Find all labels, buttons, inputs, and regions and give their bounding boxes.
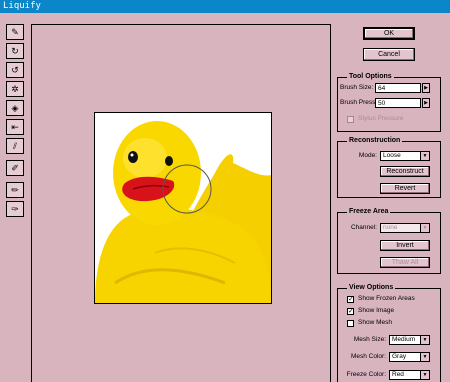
- twirl-clockwise-tool-icon[interactable]: ↻: [6, 43, 24, 59]
- warp-tool-icon[interactable]: ✎: [6, 24, 24, 40]
- image-canvas[interactable]: [94, 112, 272, 304]
- freeze-color-dropdown-icon: ▼: [420, 371, 429, 379]
- invert-button[interactable]: Invert: [380, 240, 430, 251]
- channel-label: Channel:: [350, 224, 377, 231]
- ok-button[interactable]: OK: [363, 27, 415, 40]
- pucker-tool-icon[interactable]: ✲: [6, 81, 24, 97]
- brush-pressure-arrow-icon[interactable]: ▶: [422, 98, 430, 108]
- mesh-color-value: Gray: [392, 353, 407, 360]
- mesh-size-select[interactable]: Medium ▼: [389, 335, 430, 345]
- show-image-label: Show Image: [358, 307, 395, 314]
- mode-dropdown-icon: ▼: [420, 152, 429, 160]
- bloat-tool-icon[interactable]: ◈: [6, 100, 24, 116]
- mode-label: Mode:: [358, 152, 377, 159]
- tool-options-title: Tool Options: [347, 72, 394, 81]
- thaw-tool-icon[interactable]: ✑: [6, 201, 24, 217]
- mesh-size-label: Mesh Size:: [353, 336, 386, 343]
- mode-select[interactable]: Loose ▼: [380, 151, 430, 161]
- brush-size-label: Brush Size:: [340, 84, 374, 91]
- channel-dropdown-icon: ▼: [420, 224, 429, 232]
- brush-size-input[interactable]: 64: [375, 83, 421, 93]
- view-options-title: View Options: [347, 283, 396, 292]
- mesh-color-dropdown-icon: ▼: [420, 353, 429, 361]
- show-frozen-areas-checkbox[interactable]: ✓: [347, 296, 354, 303]
- channel-value: none: [383, 224, 398, 231]
- freeze-area-title: Freeze Area: [347, 207, 391, 216]
- twirl-counterclockwise-tool-icon[interactable]: ↺: [6, 62, 24, 78]
- stylus-pressure-label: Stylus Pressure: [358, 115, 404, 122]
- brush-pressure-input[interactable]: 50: [375, 98, 421, 108]
- revert-button[interactable]: Revert: [380, 183, 430, 194]
- tools-palette: ✎ ↻ ↺ ✲ ◈ ⇤ ⫽ ✐ ✏ ✑: [6, 24, 24, 220]
- brush-pressure-label: Brush Pressure:: [340, 99, 387, 106]
- window-title: Liquify: [0, 0, 450, 13]
- reconstruct-tool-icon[interactable]: ✐: [6, 160, 24, 176]
- brush-size-arrow-icon[interactable]: ▶: [422, 83, 430, 93]
- shift-pixels-tool-icon[interactable]: ⇤: [6, 119, 24, 135]
- duck-image: [95, 113, 271, 303]
- mesh-size-value: Medium: [392, 336, 416, 343]
- show-frozen-areas-label: Show Frozen Areas: [358, 295, 415, 302]
- freeze-color-select[interactable]: Red ▼: [389, 370, 430, 380]
- freeze-color-label: Freeze Color:: [346, 371, 386, 378]
- reconstruction-title: Reconstruction: [347, 136, 403, 145]
- stylus-pressure-checkbox[interactable]: [347, 116, 354, 123]
- freeze-tool-icon[interactable]: ✏: [6, 182, 24, 198]
- thaw-all-button[interactable]: Thaw All: [380, 257, 430, 268]
- mesh-size-dropdown-icon: ▼: [420, 336, 429, 344]
- reflection-tool-icon[interactable]: ⫽: [6, 138, 24, 154]
- mode-value: Loose: [383, 152, 401, 159]
- reconstruct-button[interactable]: Reconstruct: [380, 166, 430, 177]
- show-mesh-checkbox[interactable]: [347, 320, 354, 327]
- freeze-color-value: Red: [392, 371, 404, 378]
- mesh-color-select[interactable]: Gray ▼: [389, 352, 430, 362]
- show-mesh-label: Show Mesh: [358, 319, 392, 326]
- show-image-checkbox[interactable]: ✓: [347, 308, 354, 315]
- cancel-button[interactable]: Cancel: [363, 48, 415, 61]
- channel-select[interactable]: none ▼: [380, 223, 430, 233]
- mesh-color-label: Mesh Color:: [350, 353, 386, 360]
